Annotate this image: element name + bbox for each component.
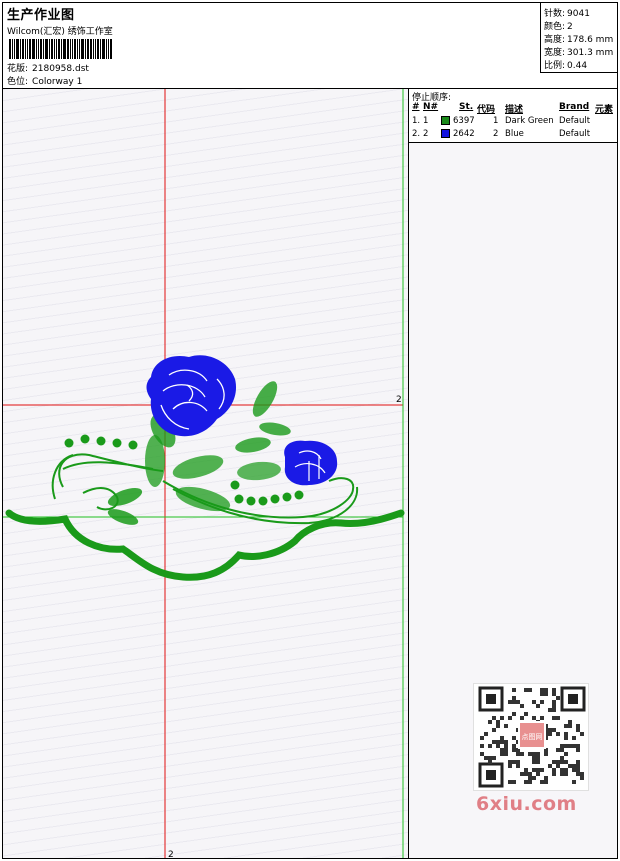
- table-row[interactable]: 1. 1 6397 1 Dark Green Default: [409, 116, 617, 128]
- row-needle: 2: [423, 129, 429, 139]
- stat-stitches: 针数: 9041: [544, 6, 590, 19]
- stat-height: 高度: 178.6 mm: [544, 32, 614, 45]
- design-canvas[interactable]: 2 2: [3, 89, 409, 858]
- row-desc: Dark Green: [505, 116, 554, 126]
- col-brand: Brand: [559, 102, 590, 112]
- embroidery-design: 2 2: [3, 89, 405, 858]
- colorway-value: Colorway 1: [32, 77, 83, 87]
- colorway-label: 色位:: [7, 77, 29, 87]
- row-index: 2.: [412, 129, 421, 139]
- color-swatch-green: [441, 116, 450, 125]
- pattern-label: 花版:: [7, 64, 29, 74]
- stat-stitches-value: 9041: [567, 9, 590, 19]
- stat-height-label: 高度:: [544, 35, 566, 45]
- rose-large: [146, 355, 237, 437]
- col-code: 代码: [477, 105, 496, 115]
- guide-marker-right: 2: [396, 395, 402, 405]
- stat-width-value: 301.3 mm: [567, 48, 614, 58]
- row-index: 1.: [412, 116, 421, 126]
- colorway-line: 色位: Colorway 1: [7, 74, 82, 87]
- sheet-title: 生产作业图: [7, 8, 75, 23]
- stat-height-value: 178.6 mm: [567, 35, 614, 45]
- color-swatch-blue: [441, 129, 450, 138]
- scallop-border: [5, 509, 405, 581]
- row-code: 1: [493, 116, 499, 126]
- col-stitches: St.: [459, 102, 474, 112]
- row-stitches: 6397: [453, 116, 475, 126]
- production-sheet: 生产作业图 Wilcom(汇宏) 绣饰工作室 花版: 2180958.dst 色位…: [2, 2, 618, 859]
- pattern-value: 2180958.dst: [32, 64, 89, 74]
- barcode: [9, 39, 139, 59]
- qr-code-icon: 点图网: [478, 686, 586, 788]
- col-index: #: [412, 102, 420, 112]
- row-stitches: 2642: [453, 129, 475, 139]
- row-needle: 1: [423, 116, 429, 126]
- row-brand: Default: [559, 129, 591, 139]
- guide-marker-bottom: 2: [168, 850, 174, 858]
- stat-scale-value: 0.44: [567, 61, 588, 71]
- rose-small: [284, 440, 338, 486]
- stat-scale-label: 比例:: [544, 61, 566, 71]
- col-element: 元素: [595, 105, 614, 115]
- stat-stitches-label: 针数:: [544, 9, 566, 19]
- qr-code-watermark: 点图网: [473, 683, 589, 791]
- qr-stamp-text: 点图网: [522, 733, 543, 741]
- stat-colors: 颜色: 2: [544, 19, 573, 32]
- stat-colors-value: 2: [567, 22, 573, 32]
- table-row[interactable]: 2. 2 2642 2 Blue Default: [409, 129, 617, 141]
- table-header: # N# St. 代码 描述 Brand 元素: [409, 102, 617, 115]
- row-swatch: [441, 116, 450, 127]
- row-brand: Default: [559, 116, 591, 126]
- stat-scale: 比例: 0.44: [544, 58, 588, 71]
- sheet-subtitle: Wilcom(汇宏) 绣饰工作室: [7, 27, 113, 37]
- row-swatch: [441, 129, 450, 140]
- stat-width: 宽度: 301.3 mm: [544, 45, 614, 58]
- pattern-line: 花版: 2180958.dst: [7, 61, 89, 74]
- stop-sequence-table: 停止顺序: # N# St. 代码 描述 Brand 元素 1. 1 6397 …: [409, 89, 617, 143]
- row-code: 2: [493, 129, 499, 139]
- sheet-header: 生产作业图 Wilcom(汇宏) 绣饰工作室 花版: 2180958.dst 色位…: [3, 3, 617, 89]
- row-desc: Blue: [505, 129, 524, 139]
- watermark-text: 6xiu.com: [476, 793, 577, 815]
- col-needle: N#: [423, 102, 439, 112]
- stat-colors-label: 颜色:: [544, 22, 566, 32]
- stats-box: 针数: 9041 颜色: 2 高度: 178.6 mm 宽度: 301.3 mm 比例:…: [540, 3, 617, 73]
- stat-width-label: 宽度:: [544, 48, 566, 58]
- col-desc: 描述: [505, 105, 524, 115]
